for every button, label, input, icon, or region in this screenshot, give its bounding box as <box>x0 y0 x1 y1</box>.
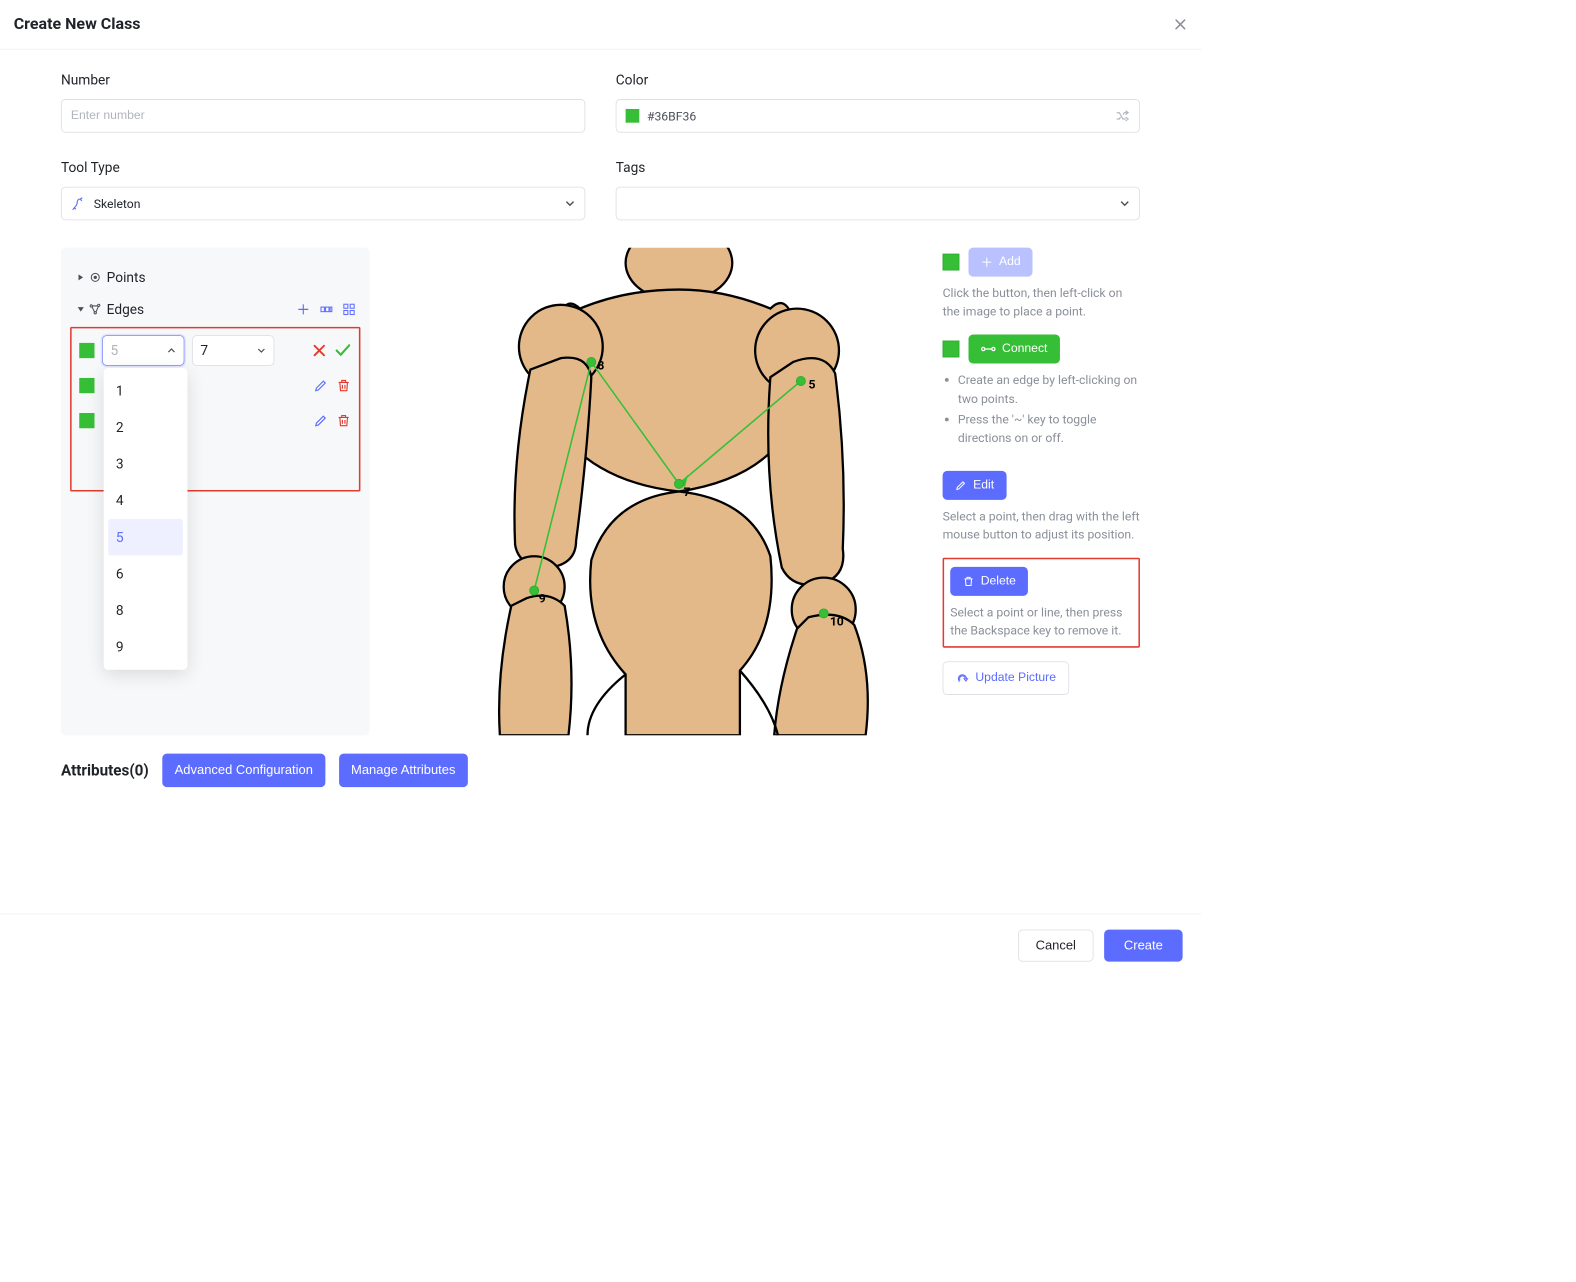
svg-text:5: 5 <box>808 378 815 392</box>
dropdown-option[interactable]: 1 <box>104 373 188 410</box>
edge-from-dropdown: 1 2 3 4 5 6 8 9 <box>104 368 188 670</box>
edit-edge-icon[interactable] <box>313 378 328 393</box>
chevron-down-icon <box>1119 198 1130 209</box>
dropdown-option[interactable]: 4 <box>104 482 188 519</box>
tooltype-value: Skeleton <box>94 196 141 210</box>
skeleton-icon <box>71 196 86 211</box>
edit-button[interactable]: Edit <box>943 471 1007 500</box>
delete-edge-icon[interactable] <box>336 378 351 393</box>
chevron-down-icon <box>565 198 576 209</box>
delete-button[interactable]: Delete <box>950 567 1028 596</box>
update-picture-button[interactable]: Update Picture <box>943 662 1069 696</box>
tags-label: Tags <box>616 160 1140 176</box>
cancel-edge-icon[interactable] <box>312 343 327 358</box>
confirm-edge-icon[interactable] <box>335 342 352 359</box>
edges-row[interactable]: Edges <box>70 293 360 325</box>
points-label: Points <box>107 269 356 285</box>
color-swatch <box>626 109 640 123</box>
svg-text:7: 7 <box>684 485 691 499</box>
tags-select[interactable] <box>616 187 1140 221</box>
shuffle-icon[interactable] <box>1115 108 1130 123</box>
expand-down-icon[interactable] <box>75 306 87 314</box>
color-value: #36BF36 <box>647 109 696 123</box>
connect-help-2: Press the '~' key to toggle directions o… <box>958 410 1140 448</box>
dropdown-option-selected[interactable]: 5 <box>108 519 183 556</box>
close-icon[interactable] <box>1173 18 1187 32</box>
graph-icon <box>87 303 104 317</box>
edges-label: Edges <box>107 301 297 317</box>
edit-edge-icon[interactable] <box>313 413 328 428</box>
skeleton-tree-panel: Points Edges <box>61 248 370 736</box>
modal-header: Create New Class <box>0 0 1201 50</box>
delete-edge-icon[interactable] <box>336 413 351 428</box>
edge-row-editing: 5 7 <box>75 333 356 368</box>
svg-text:10: 10 <box>830 615 844 629</box>
cancel-button[interactable]: Cancel <box>1018 930 1093 962</box>
number-input-wrap <box>61 99 585 133</box>
delete-highlight-box: Delete Select a point or line, then pres… <box>943 558 1140 648</box>
tooltype-select[interactable]: Skeleton <box>61 187 585 221</box>
dropdown-option[interactable]: 6 <box>104 555 188 592</box>
color-swatch[interactable] <box>943 341 960 358</box>
points-row[interactable]: Points <box>70 261 360 293</box>
color-label: Color <box>616 72 1140 88</box>
edges-highlight-box: 5 7 <box>70 327 360 492</box>
connect-help-1: Create an edge by left-clicking on two p… <box>958 371 1140 409</box>
color-input[interactable]: #36BF36 <box>616 99 1140 133</box>
skeleton-canvas[interactable]: 5 7 8 9 10 <box>397 248 915 736</box>
target-icon <box>87 271 104 285</box>
tooltype-label: Tool Type <box>61 160 585 176</box>
expand-right-icon[interactable] <box>75 274 87 282</box>
edge-color-swatch[interactable] <box>79 413 94 428</box>
edge-from-select[interactable]: 5 <box>102 335 184 365</box>
modal-title: Create New Class <box>14 15 141 33</box>
edge-to-select[interactable]: 7 <box>192 335 274 365</box>
dropdown-option[interactable]: 9 <box>104 629 188 666</box>
color-swatch[interactable] <box>943 254 960 271</box>
advanced-config-button[interactable]: Advanced Configuration <box>162 754 325 788</box>
modal-footer: Cancel Create <box>0 914 1201 977</box>
plus-icon[interactable] <box>296 303 310 317</box>
dropdown-option[interactable]: 8 <box>104 592 188 629</box>
attributes-title: Attributes(0) <box>61 761 149 779</box>
grid-icon[interactable] <box>342 303 356 317</box>
create-button[interactable]: Create <box>1104 930 1183 962</box>
connect-button[interactable]: Connect <box>969 335 1060 364</box>
number-input[interactable] <box>71 109 575 123</box>
dropdown-option[interactable]: 3 <box>104 446 188 483</box>
number-label: Number <box>61 72 585 88</box>
edge-color-swatch[interactable] <box>79 378 94 393</box>
svg-text:8: 8 <box>597 359 604 373</box>
sequence-icon[interactable] <box>319 303 333 317</box>
dropdown-option[interactable]: 2 <box>104 409 188 446</box>
add-help: Click the button, then left-click on the… <box>943 284 1140 321</box>
tools-panel: Add Click the button, then left-click on… <box>943 248 1140 736</box>
edge-color-swatch[interactable] <box>79 343 94 358</box>
edit-help: Select a point, then drag with the left … <box>943 508 1140 545</box>
svg-text:9: 9 <box>539 592 546 606</box>
manage-attributes-button[interactable]: Manage Attributes <box>339 754 468 788</box>
add-button[interactable]: Add <box>969 248 1033 277</box>
delete-help: Select a point or line, then press the B… <box>950 604 1132 641</box>
